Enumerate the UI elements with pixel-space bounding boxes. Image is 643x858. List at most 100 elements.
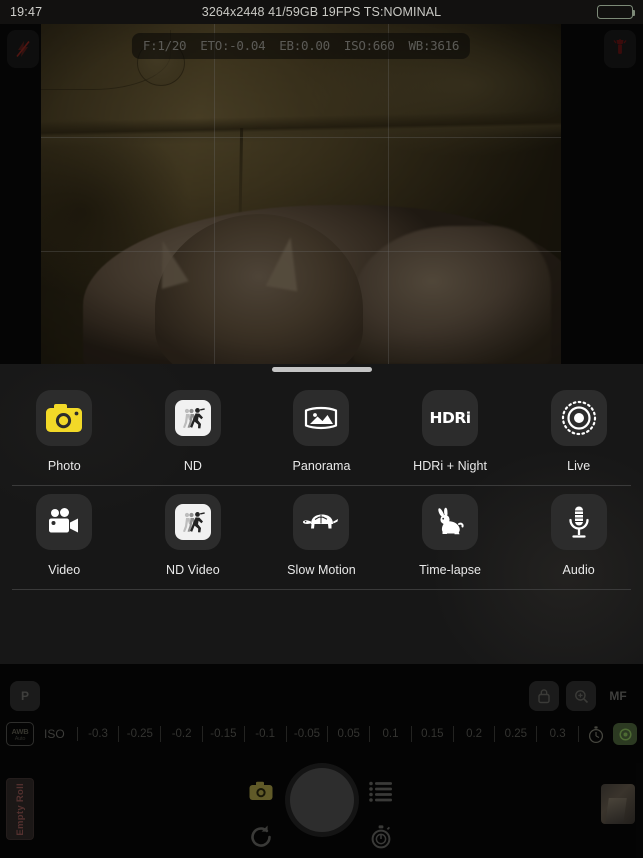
row-divider xyxy=(12,589,631,590)
ev-tick[interactable]: 0.2 xyxy=(454,726,496,742)
stopwatch-icon xyxy=(368,824,394,850)
mode-live[interactable]: Live xyxy=(514,382,643,485)
self-timer-button[interactable] xyxy=(368,824,394,850)
zoom-button[interactable] xyxy=(566,681,596,711)
ev-tick[interactable]: 0.05 xyxy=(328,726,371,742)
exif-eto: ETO:-0.04 xyxy=(200,38,266,53)
ev-tick[interactable]: 0.3 xyxy=(537,726,580,742)
camera-icon xyxy=(45,402,83,434)
mode-grid: Photo ND Panorama HDRi HDRi + Night Live… xyxy=(0,382,643,590)
grid-line xyxy=(41,137,561,139)
lock-icon xyxy=(537,688,551,704)
ev-tick[interactable]: 0.15 xyxy=(412,726,454,742)
mode-time-lapse-icon-tile xyxy=(422,494,479,550)
stopwatch-button[interactable] xyxy=(583,725,609,744)
camera-switch-button[interactable] xyxy=(248,780,274,802)
magnifier-plus-icon xyxy=(574,689,589,704)
mode-label: Slow Motion xyxy=(287,563,356,577)
mode-label: Audio xyxy=(562,563,595,577)
mode-row: Photo ND Panorama HDRi HDRi + Night Live xyxy=(0,382,643,485)
lock-button[interactable] xyxy=(529,681,559,711)
mode-label: ND Video xyxy=(166,563,220,577)
nd-runner-icon xyxy=(179,406,207,430)
mode-panorama-icon-tile xyxy=(293,390,350,446)
manual-focus-button[interactable]: MF xyxy=(603,681,633,711)
exif-eb: EB:0.00 xyxy=(279,38,330,53)
mode-video[interactable]: Video xyxy=(0,486,129,589)
battery-full-icon xyxy=(597,5,636,19)
mode-nd-icon-tile xyxy=(164,390,221,446)
ev-tick[interactable]: -0.05 xyxy=(287,726,329,742)
ev-tick[interactable]: -0.3 xyxy=(78,726,120,742)
mode-photo[interactable]: Photo xyxy=(0,382,129,485)
mode-hdri-night[interactable]: HDRi HDRi + Night xyxy=(386,382,515,485)
awb-sub-label: Auto xyxy=(14,735,26,742)
awb-label: AWB xyxy=(11,726,29,736)
torch-icon xyxy=(612,39,628,59)
mode-time-lapse[interactable]: Time-lapse xyxy=(386,486,515,589)
mode-label: HDRi + Night xyxy=(413,459,488,473)
turtle-icon xyxy=(302,510,340,534)
exif-wb: WB:3616 xyxy=(408,38,460,53)
exif-iso: ISO:660 xyxy=(343,38,395,53)
ev-tick[interactable]: -0.25 xyxy=(119,726,162,742)
white-balance-button[interactable]: AWB Auto xyxy=(6,722,34,746)
torch-button[interactable] xyxy=(604,30,636,68)
mode-label: Live xyxy=(567,459,591,473)
camera-app-screen: F:1/20 ETO:-0.04 EB:0.00 ISO:660 WB:3616 xyxy=(0,0,643,858)
flash-off-button[interactable] xyxy=(7,30,39,68)
mode-video-icon-tile xyxy=(36,494,93,550)
ev-tick[interactable]: -0.2 xyxy=(161,726,204,742)
mode-label: Photo xyxy=(47,459,81,473)
camera-icon xyxy=(248,780,274,802)
hdri-text-icon: HDRi xyxy=(429,409,472,427)
mode-hdri-icon-tile: HDRi xyxy=(422,390,479,446)
ev-tick[interactable]: 0.1 xyxy=(370,726,412,742)
mode-slow-motion[interactable]: Slow Motion xyxy=(257,486,386,589)
mode-label: Time-lapse xyxy=(419,563,481,577)
mode-nd-video-icon-tile xyxy=(164,494,221,550)
live-photo-icon xyxy=(561,400,597,436)
capture-mode-green-button[interactable] xyxy=(613,723,638,745)
panorama-icon xyxy=(304,404,338,432)
mode-audio[interactable]: Audio xyxy=(514,486,643,589)
status-right xyxy=(543,5,636,19)
last-photo-thumbnail[interactable] xyxy=(601,784,635,824)
mode-nd-video[interactable]: ND Video xyxy=(129,486,258,589)
grid-line xyxy=(41,250,561,252)
status-time: 19:47 xyxy=(10,5,43,19)
grid-line xyxy=(214,24,216,364)
rabbit-icon xyxy=(434,507,466,537)
shutter-button[interactable] xyxy=(289,768,354,832)
exposure-compensation-row[interactable]: AWB Auto ISO -0.3 -0.25 -0.2 -0.15 -0.1 … xyxy=(0,719,643,749)
exif-readout: F:1/20 ETO:-0.04 EB:0.00 ISO:660 WB:3616 xyxy=(131,33,471,59)
nd-runner-icon xyxy=(179,510,207,534)
ev-tick[interactable]: 0.25 xyxy=(495,726,538,742)
switch-camera-button[interactable] xyxy=(248,824,274,850)
settings-list-button[interactable] xyxy=(368,780,394,802)
preview-image xyxy=(41,24,561,364)
program-mode-button[interactable]: P xyxy=(10,681,40,711)
mode-picker-sheet: Photo ND Panorama HDRi HDRi + Night Live… xyxy=(0,364,643,664)
viewfinder-preview[interactable]: F:1/20 ETO:-0.04 EB:0.00 ISO:660 WB:3616 xyxy=(41,24,561,364)
viewfinder-area: F:1/20 ETO:-0.04 EB:0.00 ISO:660 WB:3616 xyxy=(0,24,643,364)
sheet-drag-handle[interactable] xyxy=(271,367,372,372)
video-camera-icon xyxy=(47,508,81,536)
microphone-icon xyxy=(566,505,592,539)
exif-shutter: F:1/20 xyxy=(142,38,187,53)
list-icon xyxy=(368,780,394,802)
mode-audio-icon-tile xyxy=(550,494,607,550)
rotate-icon xyxy=(248,824,274,850)
mode-nd[interactable]: ND xyxy=(129,382,258,485)
mode-panorama[interactable]: Panorama xyxy=(257,382,386,485)
ev-tick[interactable]: -0.15 xyxy=(203,726,245,742)
ev-tick[interactable]: -0.1 xyxy=(245,726,287,742)
film-roll-indicator[interactable]: Empty Roll xyxy=(6,778,34,840)
tool-row-right: MF xyxy=(529,681,633,711)
bottom-bar: Empty Roll xyxy=(0,756,643,858)
tool-row: P MF xyxy=(0,675,643,717)
mode-slow-motion-icon-tile xyxy=(293,494,350,550)
flash-off-icon xyxy=(15,40,31,58)
stopwatch-icon xyxy=(587,725,605,744)
iso-button[interactable]: ISO xyxy=(40,727,78,741)
